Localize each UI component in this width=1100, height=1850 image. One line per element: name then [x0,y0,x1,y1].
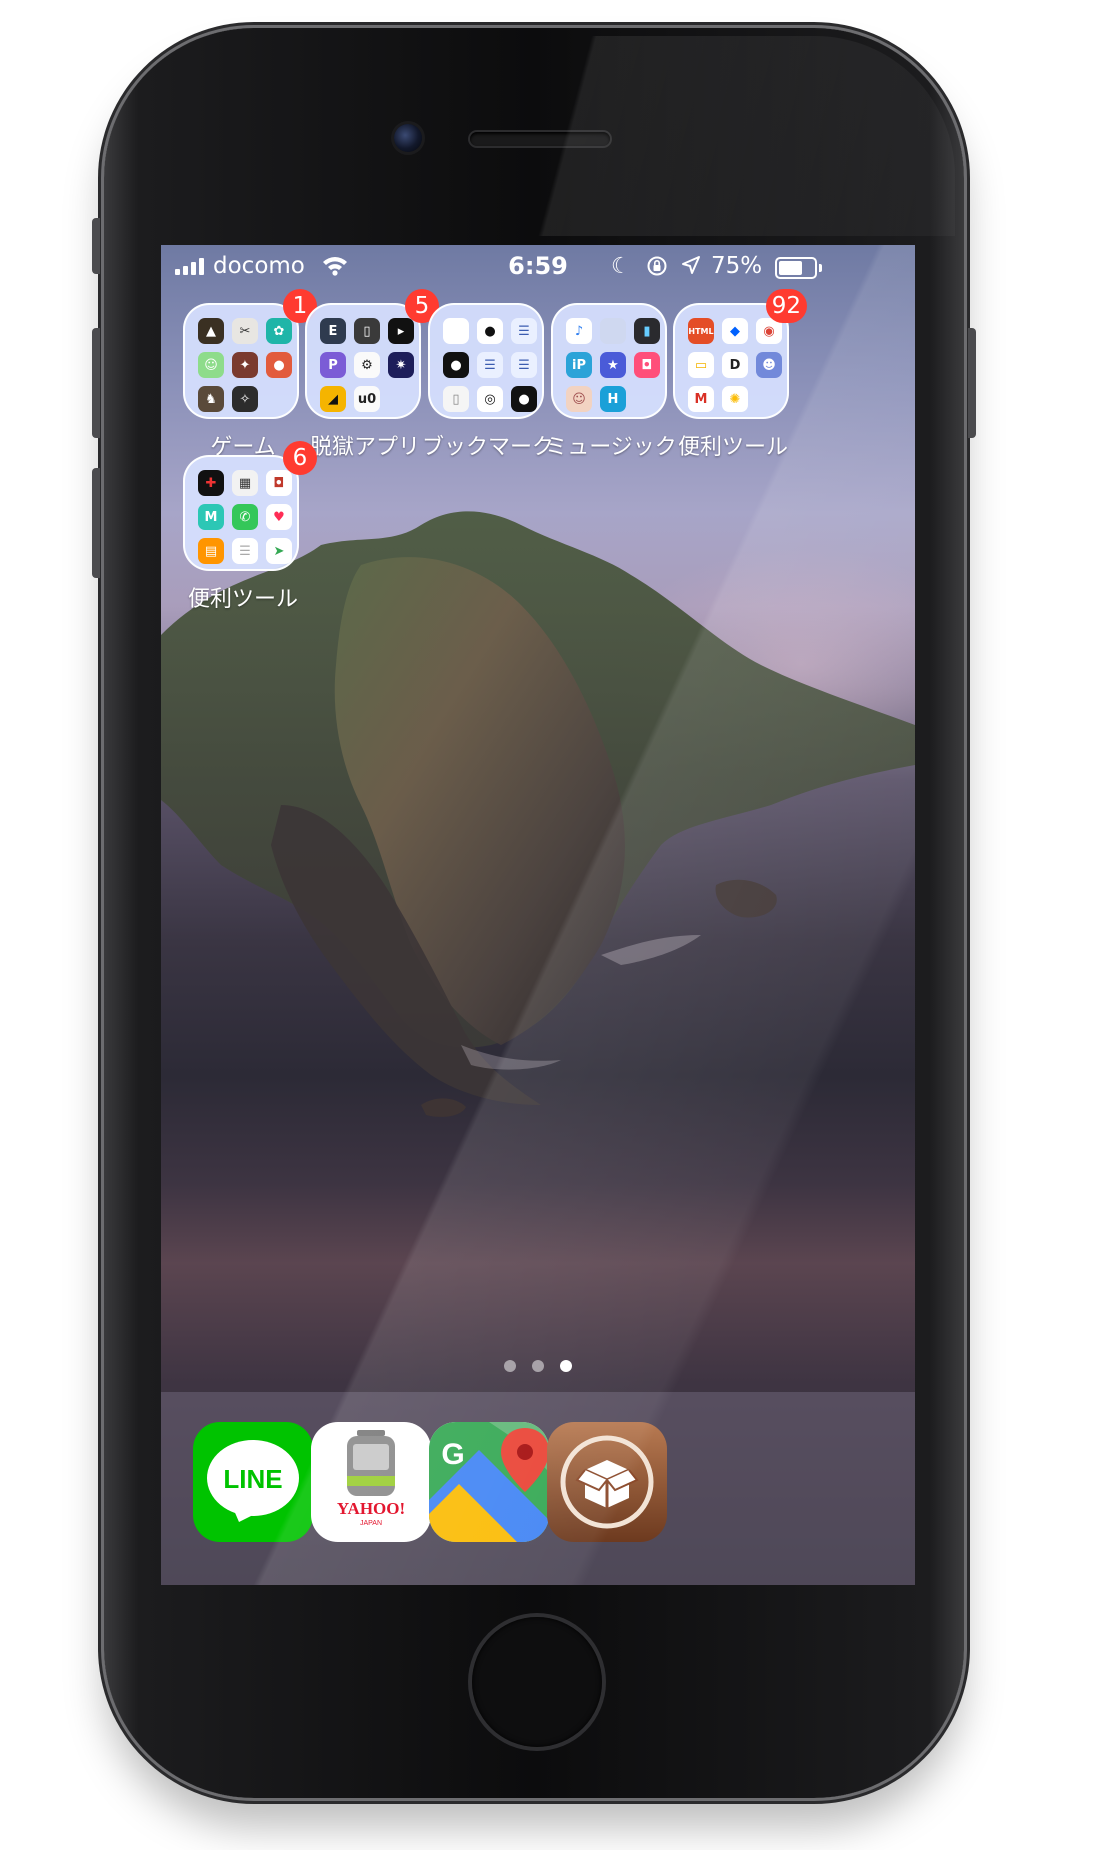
google-maps-app-icon[interactable]: G [429,1422,549,1542]
home-screen: docomo 6:59 ☾ 75% ▲ ✂ ✿ ☺ ✦ ● ♞ ✧ 1 ゲーム … [161,245,915,1585]
moon-icon: ☾ [611,254,631,279]
folder-utilities-2[interactable]: ✚ ▦ ◘ M ✆ ♥ ▤ ☰ ➤ 6 便利ツール [183,441,317,613]
page-dot[interactable] [504,1360,516,1372]
folder-utilities[interactable]: HTML ◆ ◉ ▭ D ☻ M ✺ 92 便利ツール [673,289,807,461]
battery-fill [779,261,802,275]
line-label: LINE [223,1464,282,1494]
folder-grid: ♪ ▮ iP ★ ◘ ☺ H [551,303,667,419]
home-button[interactable] [472,1617,602,1747]
notification-badge: 92 [765,289,807,323]
folder-grid: HTML ◆ ◉ ▭ D ☻ M ✺ 92 [673,289,807,419]
volume-up-button[interactable] [92,328,100,438]
location-icon [682,256,700,274]
map-icon: G [429,1422,549,1542]
page-indicator[interactable] [161,1360,915,1372]
dock: LINE YAHOO! JAPAN G [161,1392,915,1585]
line-logo-icon: LINE [207,1440,299,1522]
yahoo-label: YAHOO! [337,1499,405,1518]
folder-label: 便利ツール [187,587,298,612]
volume-down-button[interactable] [92,468,100,578]
page-dot[interactable] [532,1360,544,1372]
cydia-box-icon [560,1435,654,1529]
folder-grid: ✚ ▦ ◘ M ✆ ♥ ▤ ☰ ➤ 6 [183,441,317,571]
yahoo-transit-app-icon[interactable]: YAHOO! JAPAN [311,1422,431,1542]
orientation-lock-icon [647,256,667,276]
glass-reflection [535,36,955,236]
power-button[interactable] [968,328,976,438]
mute-switch[interactable] [92,218,100,274]
notification-badge: 6 [283,441,317,475]
front-camera [394,124,422,152]
battery-icon [775,257,822,279]
battery-percent: 75% [711,253,763,279]
folder-grid: ● ☰ ● ☰ ☰ ▯ ◎ ● [428,303,544,419]
japan-label: JAPAN [360,1520,382,1527]
folder-grid: E ▯ ▸ P ⚙ ✷ ◢ u0 5 [305,289,439,419]
train-icon: YAHOO! JAPAN [337,1430,405,1527]
status-bar: docomo 6:59 ☾ 75% [161,245,915,287]
folder-grid: ▲ ✂ ✿ ☺ ✦ ● ♞ ✧ 1 [183,289,317,419]
cydia-app-icon[interactable] [547,1422,667,1542]
folder-label: 便利ツール [677,435,788,460]
line-app-icon[interactable]: LINE [193,1422,313,1542]
folder-jailbreak-apps[interactable]: E ▯ ▸ P ⚙ ✷ ◢ u0 5 脱獄アプリ [305,289,439,461]
google-g-label: G [441,1438,464,1471]
page-dot-current[interactable] [560,1360,572,1372]
folder-bookmarks[interactable]: ● ☰ ● ☰ ☰ ▯ ◎ ● ブックマーク [422,303,554,461]
